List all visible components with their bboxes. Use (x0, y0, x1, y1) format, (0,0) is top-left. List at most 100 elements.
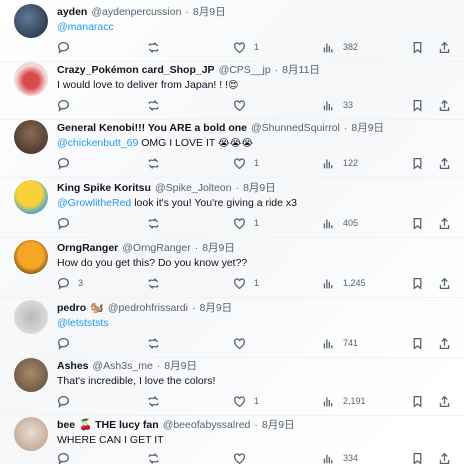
like-button[interactable] (233, 451, 254, 464)
reply-item[interactable]: Crazy_Pokémon card_Shop_JP @CPS__jp · 8月… (0, 62, 464, 120)
views-icon (323, 100, 333, 110)
views-button[interactable]: 33 (322, 98, 353, 112)
bookmark-button[interactable] (411, 336, 424, 350)
avatar[interactable] (14, 240, 48, 274)
repost-icon (148, 277, 159, 289)
avatar[interactable] (14, 62, 48, 96)
repost-button[interactable] (147, 336, 168, 350)
timestamp[interactable]: 8月9日 (193, 4, 226, 20)
timestamp[interactable]: 8月9日 (199, 300, 232, 316)
display-name[interactable]: bee (57, 417, 75, 433)
timestamp[interactable]: 8月9日 (164, 358, 197, 374)
repost-icon (148, 337, 159, 349)
views-button[interactable]: 122 (322, 156, 358, 170)
repost-button[interactable] (147, 40, 168, 54)
bookmark-icon (413, 157, 422, 170)
mention-link[interactable]: @chickenbutt_69 (57, 137, 138, 149)
reply-item[interactable]: OrngRanger @OrngRanger · 8月9日 How do you… (0, 240, 464, 298)
repost-button[interactable] (147, 216, 168, 230)
share-button[interactable] (438, 40, 451, 54)
share-button[interactable] (438, 216, 451, 230)
avatar[interactable] (14, 120, 48, 154)
repost-button[interactable] (147, 451, 168, 464)
handle[interactable]: @aydenpercussion (91, 4, 181, 20)
share-button[interactable] (438, 156, 451, 170)
display-name[interactable]: ayden (57, 4, 87, 20)
like-button[interactable]: 1 (233, 276, 259, 290)
repost-button[interactable] (147, 276, 168, 290)
bookmark-button[interactable] (411, 98, 424, 112)
like-button[interactable]: 1 (233, 216, 259, 230)
avatar[interactable] (14, 300, 48, 334)
reply-icon (57, 99, 69, 112)
views-button[interactable]: 334 (322, 451, 358, 464)
views-button[interactable]: 2,191 (322, 394, 366, 408)
reply-button[interactable] (57, 40, 78, 54)
avatar[interactable] (14, 4, 48, 38)
handle[interactable]: @pedrohfrissardi (108, 300, 188, 316)
reply-button[interactable] (57, 336, 78, 350)
handle[interactable]: @Spike_Jolteon (155, 180, 232, 196)
like-button[interactable]: 1 (233, 394, 259, 408)
like-button[interactable] (233, 98, 254, 112)
bookmark-button[interactable] (411, 156, 424, 170)
handle[interactable]: @beeofabyssalred (163, 417, 251, 433)
repost-button[interactable] (147, 98, 168, 112)
reply-text-content: That's incredible, I love the colors! (57, 375, 216, 387)
timestamp[interactable]: 8月9日 (351, 120, 384, 136)
timestamp[interactable]: 8月9日 (262, 417, 295, 433)
display-name[interactable]: General Kenobi!!! You ARE a bold one (57, 120, 247, 136)
mention-link[interactable]: @manaracc (57, 21, 114, 33)
share-button[interactable] (438, 98, 451, 112)
bookmark-button[interactable] (411, 276, 424, 290)
reply-item[interactable]: bee 🍒 THE lucy fan @beeofabyssalred · 8月… (0, 417, 464, 464)
reply-item[interactable]: King Spike Koritsu @Spike_Jolteon · 8月9日… (0, 180, 464, 238)
mention-link[interactable]: @GrowlitheRed (57, 197, 131, 209)
bookmark-button[interactable] (411, 394, 424, 408)
reply-button[interactable] (57, 156, 78, 170)
reply-item[interactable]: General Kenobi!!! You ARE a bold one @Sh… (0, 120, 464, 178)
timestamp[interactable]: 8月9日 (243, 180, 276, 196)
avatar[interactable] (14, 417, 48, 451)
share-button[interactable] (438, 451, 451, 464)
display-name[interactable]: OrngRanger (57, 240, 118, 256)
like-button[interactable]: 1 (233, 40, 259, 54)
reply-button[interactable] (57, 216, 78, 230)
handle[interactable]: @CPS__jp (219, 62, 271, 78)
reply-item[interactable]: Ashes @Ash3s_me · 8月9日 That's incredible… (0, 358, 464, 416)
reply-button[interactable] (57, 394, 78, 408)
handle[interactable]: @ShunnedSquirrol (251, 120, 340, 136)
avatar[interactable] (14, 180, 48, 214)
repost-button[interactable] (147, 156, 168, 170)
share-button[interactable] (438, 394, 451, 408)
views-button[interactable]: 405 (322, 216, 358, 230)
handle[interactable]: @OrngRanger (122, 240, 190, 256)
views-button[interactable]: 1,245 (322, 276, 366, 290)
display-name[interactable]: Ashes (57, 358, 89, 374)
bookmark-icon (413, 277, 422, 290)
views-button[interactable]: 741 (322, 336, 358, 350)
bookmark-button[interactable] (411, 216, 424, 230)
reply-button[interactable]: 3 (57, 276, 83, 290)
reply-button[interactable] (57, 98, 78, 112)
display-name[interactable]: Crazy_Pokémon card_Shop_JP (57, 62, 215, 78)
timestamp[interactable]: 8月9日 (202, 240, 235, 256)
display-name[interactable]: pedro (57, 300, 86, 316)
reply-item[interactable]: pedro 🐿️ @pedrohfrissardi · 8月9日 @letsts… (0, 300, 464, 358)
share-button[interactable] (438, 336, 451, 350)
timestamp[interactable]: 8月11日 (282, 62, 320, 78)
like-button[interactable]: 1 (233, 156, 259, 170)
mention-link[interactable]: @letstststs (57, 317, 109, 329)
repost-button[interactable] (147, 394, 168, 408)
handle[interactable]: @Ash3s_me (93, 358, 153, 374)
like-button[interactable] (233, 336, 254, 350)
bookmark-button[interactable] (411, 451, 424, 464)
reply-item[interactable]: ayden @aydenpercussion · 8月9日 @manaracc … (0, 4, 464, 62)
views-button[interactable]: 382 (322, 40, 358, 54)
reply-button[interactable] (57, 451, 78, 464)
bookmark-button[interactable] (411, 40, 424, 54)
share-icon (439, 99, 450, 111)
avatar[interactable] (14, 358, 48, 392)
display-name[interactable]: King Spike Koritsu (57, 180, 151, 196)
share-button[interactable] (438, 276, 451, 290)
